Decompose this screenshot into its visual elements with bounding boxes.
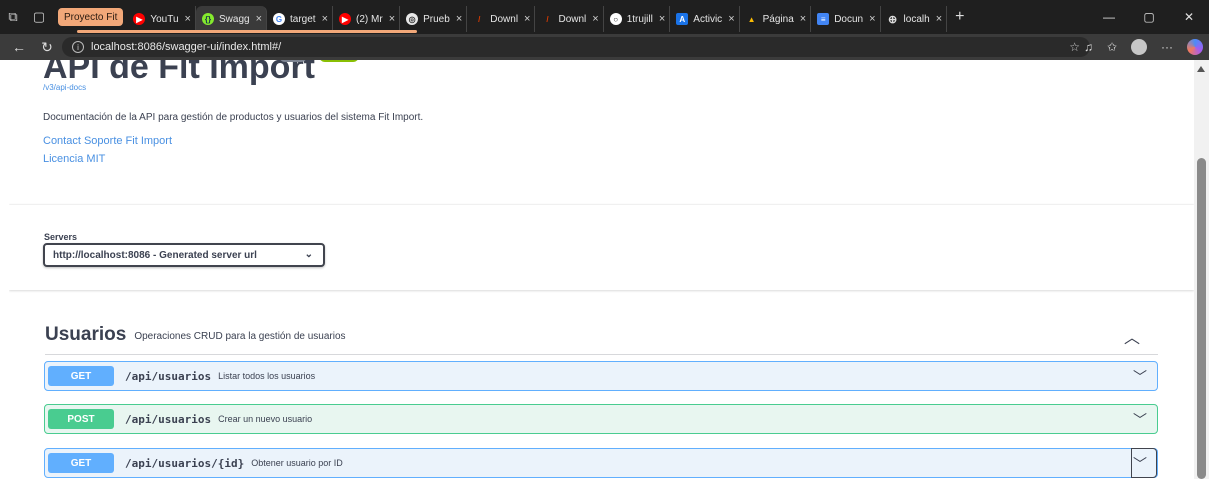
tab-group-chip[interactable]: Proyecto Fit — [58, 8, 124, 26]
globe-icon: ◎ — [406, 13, 419, 25]
tab-close-icon[interactable]: × — [728, 13, 734, 25]
profile-avatar[interactable] — [1131, 39, 1147, 55]
operation-post-usuarios[interactable]: POST /api/usuarios Crear un nuevo usuari… — [44, 404, 1158, 434]
method-badge: GET — [48, 453, 114, 473]
scroll-up-icon[interactable] — [1197, 66, 1205, 72]
method-badge: POST — [48, 409, 114, 429]
operation-summary: Crear un nuevo usuario — [218, 414, 313, 424]
tab-close-icon[interactable]: × — [936, 13, 942, 25]
tab-youtube[interactable]: ▶ YouTu × — [127, 6, 196, 32]
google-icon: G — [273, 13, 285, 25]
tag-usuarios-header[interactable]: Usuarios Operaciones CRUD para la gestió… — [45, 315, 1158, 355]
site-info-icon[interactable]: i — [72, 41, 84, 53]
docs-icon: ≡ — [817, 13, 830, 25]
new-tab-icon[interactable]: + — [947, 8, 972, 26]
scrollbar-thumb[interactable] — [1197, 158, 1206, 479]
tab-close-icon[interactable]: × — [800, 13, 806, 25]
close-window-icon[interactable]: ✕ — [1169, 0, 1209, 34]
tag-description: Operaciones CRUD para la gestión de usua… — [134, 331, 346, 342]
youtube-icon: ▶ — [339, 13, 352, 25]
tab-youtube-2[interactable]: ▶ (2) Mr × — [333, 6, 401, 32]
api-description: Documentación de la API para gestión de … — [43, 112, 424, 123]
favorites-icon[interactable]: ✩ — [1107, 40, 1117, 54]
tab-download-2[interactable]: / Downl × — [535, 6, 604, 32]
tab-google[interactable]: G target × — [267, 6, 334, 32]
operation-get-usuario-by-id[interactable]: GET /api/usuarios/{id} Obtener usuario p… — [44, 448, 1158, 478]
chevron-down-icon[interactable]: ﹀ — [1133, 367, 1147, 387]
tab-group-underline — [77, 30, 417, 33]
operation-path: /api/usuarios/{id} — [125, 456, 245, 470]
chevron-down-icon[interactable]: ﹀ — [1133, 410, 1147, 430]
read-aloud-icon[interactable]: ♫ — [1084, 40, 1093, 54]
servers-select[interactable]: http://localhost:8086 - Generated server… — [43, 243, 325, 267]
contact-link[interactable]: Contact Soporte Fit Import — [43, 135, 172, 147]
tab-close-icon[interactable]: × — [256, 13, 262, 25]
url-text: localhost:8086/swagger-ui/index.html#/ — [91, 41, 282, 53]
chevron-down-icon[interactable]: ﹀ — [1133, 454, 1147, 474]
window-controls: — ▢ ✕ — [1089, 0, 1209, 34]
swagger-page: API de Fit Import /v3/api-docs Documenta… — [9, 60, 1194, 479]
version-badge — [279, 60, 307, 62]
tab-localhost[interactable]: ⊕ localh × — [881, 6, 948, 32]
servers-selected-value: http://localhost:8086 - Generated server… — [53, 249, 257, 261]
drive-icon: ▲ — [747, 14, 756, 24]
download-site-icon: / — [546, 14, 549, 24]
operation-path: /api/usuarios — [125, 369, 212, 383]
tag-name: Usuarios — [45, 323, 127, 345]
classroom-icon: A — [676, 13, 689, 25]
tab-download-1[interactable]: / Downl × — [467, 6, 536, 32]
operation-summary: Listar todos los usuarios — [218, 371, 316, 381]
tab-github[interactable]: ○ 1trujill × — [604, 6, 671, 32]
tab-close-icon[interactable]: × — [524, 13, 530, 25]
swagger-icon: {} — [201, 13, 214, 25]
tab-close-icon[interactable]: × — [185, 13, 191, 25]
tab-documento[interactable]: ≡ Docun × — [811, 6, 881, 32]
tab-actions-icon[interactable]: ▢ — [26, 0, 52, 34]
browser-toolbar-right: ♫ ✩ ··· — [1084, 34, 1203, 60]
method-badge: GET — [48, 366, 114, 386]
tab-pagina[interactable]: ▲ Página × — [740, 6, 812, 32]
tab-swagger[interactable]: {} Swagg × — [195, 6, 267, 32]
operation-summary: Obtener usuario por ID — [251, 458, 343, 468]
page-scrollbar[interactable] — [1194, 60, 1209, 479]
browser-tab-strip: ⧉ ▢ Proyecto Fit ▶ YouTu × {} Swagg × G … — [0, 0, 1209, 34]
tab-close-icon[interactable]: × — [659, 13, 665, 25]
address-bar: ← ↻ i localhost:8086/swagger-ui/index.ht… — [0, 34, 1209, 60]
youtube-icon: ▶ — [133, 13, 146, 25]
tab-close-icon[interactable]: × — [592, 13, 598, 25]
back-icon[interactable]: ← — [8, 39, 30, 55]
oas-badge — [319, 60, 359, 62]
restore-icon[interactable]: ▢ — [1129, 0, 1169, 34]
operation-path: /api/usuarios — [125, 412, 212, 426]
workspaces-icon[interactable]: ⧉ — [0, 0, 26, 34]
more-options-icon[interactable]: ··· — [1161, 40, 1173, 54]
servers-section: Servers http://localhost:8086 - Generate… — [9, 205, 1194, 290]
tab-close-icon[interactable]: × — [869, 13, 875, 25]
tab-actividad[interactable]: A Activic × — [670, 6, 740, 32]
favorite-star-icon[interactable]: ☆ — [1069, 40, 1080, 54]
tab-close-icon[interactable]: × — [322, 13, 328, 25]
github-icon: ○ — [609, 13, 622, 25]
url-field[interactable]: i localhost:8086/swagger-ui/index.html#/… — [62, 37, 1090, 57]
license-link[interactable]: Licencia MIT — [43, 153, 105, 165]
chevron-down-icon: ⌄ — [304, 249, 313, 260]
api-docs-link[interactable]: /v3/api-docs — [43, 83, 86, 92]
minimize-icon[interactable]: — — [1089, 0, 1129, 34]
operation-get-usuarios[interactable]: GET /api/usuarios Listar todos los usuar… — [44, 361, 1158, 391]
globe-icon: ⊕ — [887, 13, 898, 26]
servers-label: Servers — [44, 232, 78, 242]
tab-close-icon[interactable]: × — [389, 13, 395, 25]
tab-close-icon[interactable]: × — [456, 13, 462, 25]
reload-icon[interactable]: ↻ — [36, 39, 58, 56]
download-site-icon: / — [478, 14, 481, 24]
tab-prueba[interactable]: ◎ Prueb × — [400, 6, 468, 32]
chevron-up-icon[interactable]: ︿ — [1124, 324, 1140, 348]
copilot-icon[interactable] — [1187, 39, 1203, 55]
